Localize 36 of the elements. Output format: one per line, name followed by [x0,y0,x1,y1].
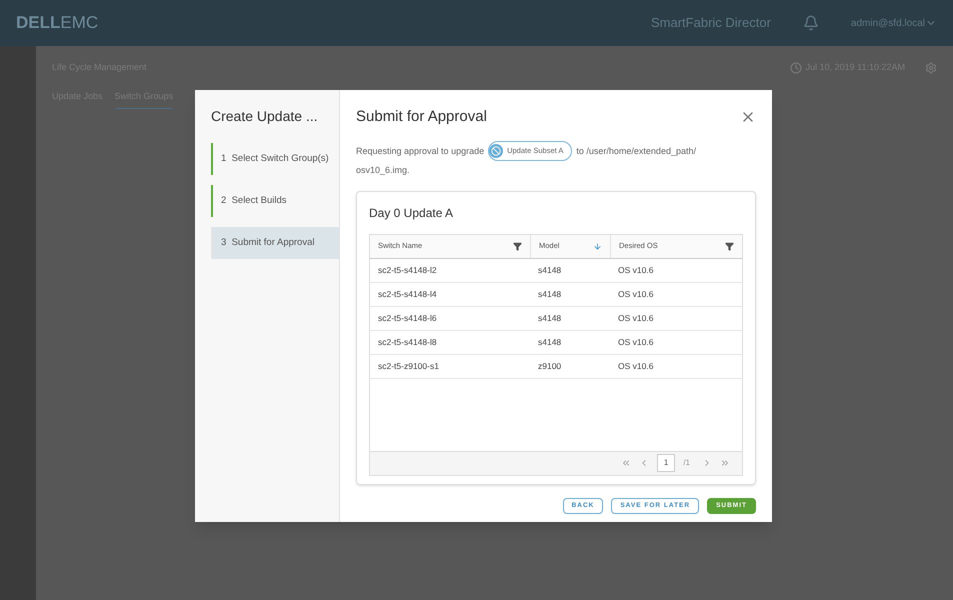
table-cell-text: OS v10.6 [617,264,654,276]
clock-icon [790,62,802,74]
table-cell-text: s4148 [537,312,562,324]
filter-icon[interactable] [513,242,522,250]
table-cell-text: z9100 [537,360,562,372]
page-total: /1 [683,457,690,469]
message-text: to /user/home/extended_path/ [576,144,696,158]
filter-icon[interactable] [725,242,734,250]
wizard-title: Create Update ... [210,107,319,126]
last-page-icon[interactable] [720,458,730,468]
table-cell-text: s4148 [537,264,562,276]
table-cell-text: sc2-t5-s4148-l8 [377,336,438,348]
first-page-icon[interactable] [620,458,631,468]
table-cell-text: OS v10.6 [617,336,654,348]
message-text: Requesting approval to upgrade [356,144,484,158]
sort-arrow-icon[interactable] [593,242,602,250]
product-name: SmartFabric Director [651,14,771,32]
message-text: osv10_6.img. [356,164,410,177]
card-title: Day 0 Update A [369,204,454,222]
page-input[interactable]: 1 [656,454,676,472]
wizard-step[interactable]: 3 Submit for Approval [211,227,339,259]
table-cell-text: sc2-t5-s4148-l6 [377,312,438,324]
wizard-step[interactable]: 1 Select Switch Group(s) [211,143,339,175]
settings-icon[interactable] [925,62,937,74]
wizard-step[interactable]: 2 Select Builds [211,185,339,217]
bell-icon[interactable] [802,15,819,31]
brand-logo: DELLEMC [16,12,98,34]
table-cell-text: OS v10.6 [617,312,654,324]
table-cell-text: OS v10.6 [617,288,654,300]
table-cell-text: OS v10.6 [617,360,654,372]
table-cell-text: sc2-t5-s4148-l4 [377,288,438,300]
dialog-title: Submit for Approval [356,107,487,127]
table-cell-text: s4148 [537,336,562,348]
table-cell-text: sc2-t5-z9100-s1 [377,360,440,372]
table-cell-text: s4148 [537,288,562,300]
table-cell-text: sc2-t5-s4148-l2 [377,264,438,276]
